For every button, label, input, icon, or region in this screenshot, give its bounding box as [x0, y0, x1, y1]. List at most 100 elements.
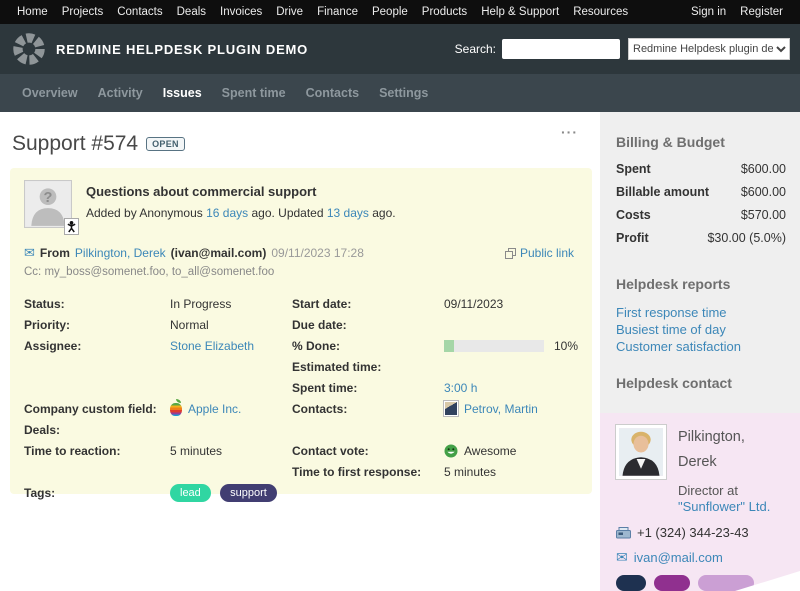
assignee-link[interactable]: Stone Elizabeth	[170, 339, 254, 353]
from-contact-link[interactable]: Pilkington, Derek	[75, 246, 166, 260]
billing-row-spent: Spent $600.00	[616, 162, 788, 176]
tag-support[interactable]: support	[220, 484, 277, 502]
menu-deals[interactable]: Deals	[170, 6, 213, 18]
billing-label: Spent	[616, 162, 651, 176]
public-link-label[interactable]: Public link	[520, 246, 574, 260]
tab-activity[interactable]: Activity	[88, 80, 153, 106]
register-link[interactable]: Register	[733, 6, 790, 18]
from-address: (ivan@mail.com)	[171, 246, 267, 260]
done-progress: 10%	[444, 339, 578, 353]
progress-bar	[444, 340, 544, 352]
tab-settings[interactable]: Settings	[369, 80, 438, 106]
field-label-due-date: Due date:	[292, 318, 444, 332]
tab-issues[interactable]: Issues	[153, 80, 212, 106]
tab-contacts[interactable]: Contacts	[296, 80, 369, 106]
progress-fill	[444, 340, 454, 352]
menu-drive[interactable]: Drive	[269, 6, 310, 18]
mail-icon: ✉	[24, 245, 35, 261]
field-label-spent-time: Spent time:	[292, 381, 444, 395]
contact-photo	[616, 425, 666, 479]
menu-home[interactable]: Home	[10, 6, 55, 18]
ticket-meta: Added by Anonymous 16 days ago. Updated …	[86, 206, 396, 220]
field-label-assignee: Assignee:	[24, 339, 170, 353]
main-content: Support #574 OPEN ··· ?	[0, 112, 600, 500]
field-label-priority: Priority:	[24, 318, 170, 332]
project-tabbar: Overview Activity Issues Spent time Cont…	[0, 74, 800, 112]
tab-overview[interactable]: Overview	[12, 80, 88, 106]
contact-email-link[interactable]: ivan@mail.com	[634, 550, 723, 565]
company-link[interactable]: Apple Inc.	[188, 402, 241, 416]
contact-link[interactable]: Petrov, Martin	[464, 402, 538, 416]
menu-resources[interactable]: Resources	[566, 6, 635, 18]
ago-text: ago.	[372, 206, 395, 220]
tag-lead[interactable]: lead	[170, 484, 211, 502]
billing-row-profit: Profit $30.00 (5.0%)	[616, 231, 788, 245]
field-value-priority: Normal	[170, 318, 292, 332]
tab-spent-time[interactable]: Spent time	[212, 80, 296, 106]
menu-projects[interactable]: Projects	[55, 6, 111, 18]
menu-finance[interactable]: Finance	[310, 6, 365, 18]
field-label-deals: Deals:	[24, 423, 170, 437]
billing-label: Billable amount	[616, 185, 709, 199]
page-title: Support #574	[12, 132, 138, 156]
added-by-text: Added by Anonymous	[86, 206, 203, 220]
field-label-start-date: Start date:	[292, 297, 444, 311]
contact-thumbnail	[444, 401, 458, 416]
field-label-contact-vote: Contact vote:	[292, 444, 444, 458]
contact-company-link[interactable]: "Sunflower" Ltd.	[678, 499, 770, 514]
report-busiest-time[interactable]: Busiest time of day	[616, 321, 788, 338]
mail-icon: ✉	[616, 549, 628, 566]
corner-fold	[735, 571, 800, 591]
billing-row-billable: Billable amount $600.00	[616, 185, 788, 199]
spent-time-link[interactable]: 3:00 h	[444, 381, 477, 395]
email-datetime: 09/11/2023 17:28	[271, 246, 364, 260]
field-label-time-to-reaction: Time to reaction:	[24, 444, 170, 458]
added-ago-link[interactable]: 16 days	[206, 206, 248, 220]
report-customer-satisfaction[interactable]: Customer satisfaction	[616, 338, 788, 355]
field-value-start-date: 09/11/2023	[444, 297, 578, 311]
ticket-card: ? Questions about commercial support Add…	[10, 168, 592, 494]
billing-row-costs: Costs $570.00	[616, 208, 788, 222]
billing-label: Costs	[616, 208, 651, 222]
project-select[interactable]: Redmine Helpdesk plugin demo	[628, 38, 790, 60]
reports-title: Helpdesk reports	[616, 276, 788, 292]
progress-label: 10%	[554, 339, 578, 353]
from-label: From	[40, 246, 70, 260]
field-value-contact-vote: Awesome	[464, 444, 516, 458]
menu-products[interactable]: Products	[415, 6, 474, 18]
status-badge: OPEN	[146, 137, 185, 151]
menu-people[interactable]: People	[365, 6, 415, 18]
billing-value: $30.00 (5.0%)	[707, 231, 786, 245]
app-logo-icon	[12, 32, 46, 66]
menu-invoices[interactable]: Invoices	[213, 6, 269, 18]
field-label-tags: Tags:	[24, 486, 170, 500]
issue-fields: Status: In Progress Start date: 09/11/20…	[24, 293, 578, 503]
more-options-button[interactable]: ···	[561, 124, 578, 140]
site-title: REDMINE HELPDESK PLUGIN DEMO	[56, 42, 308, 57]
field-label-contacts: Contacts:	[292, 402, 444, 416]
contact-name: Pilkington, Derek	[678, 425, 782, 475]
sidebar: Billing & Budget Spent $600.00 Billable …	[600, 112, 800, 500]
search-input[interactable]	[502, 39, 620, 59]
report-first-response-time[interactable]: First response time	[616, 304, 788, 321]
sign-in-link[interactable]: Sign in	[684, 6, 733, 18]
ticket-subject: Questions about commercial support	[86, 184, 396, 199]
field-label-status: Status:	[24, 297, 170, 311]
menu-help-support[interactable]: Help & Support	[474, 6, 566, 18]
top-menu-bar: Home Projects Contacts Deals Invoices Dr…	[0, 0, 800, 24]
billing-value: $570.00	[741, 208, 786, 222]
contact-pill[interactable]	[654, 575, 690, 591]
contact-phone: +1 (324) 344-23-43	[637, 525, 749, 540]
apple-logo-icon	[170, 403, 182, 416]
copy-link-icon	[505, 248, 516, 259]
cc-line: Cc: my_boss@somenet.foo, to_all@somenet.…	[24, 266, 578, 278]
billing-title: Billing & Budget	[616, 134, 788, 150]
menu-contacts[interactable]: Contacts	[110, 6, 169, 18]
updated-ago-link[interactable]: 13 days	[327, 206, 369, 220]
contact-pill[interactable]	[616, 575, 646, 591]
public-link[interactable]: Public link	[505, 246, 574, 260]
field-label-estimated-time: Estimated time:	[292, 360, 444, 374]
field-value-first-response: 5 minutes	[444, 465, 578, 479]
helpdesk-contact-card: Pilkington, Derek Director at "Sunflower…	[600, 413, 800, 591]
contact-role: Director at	[678, 483, 782, 498]
